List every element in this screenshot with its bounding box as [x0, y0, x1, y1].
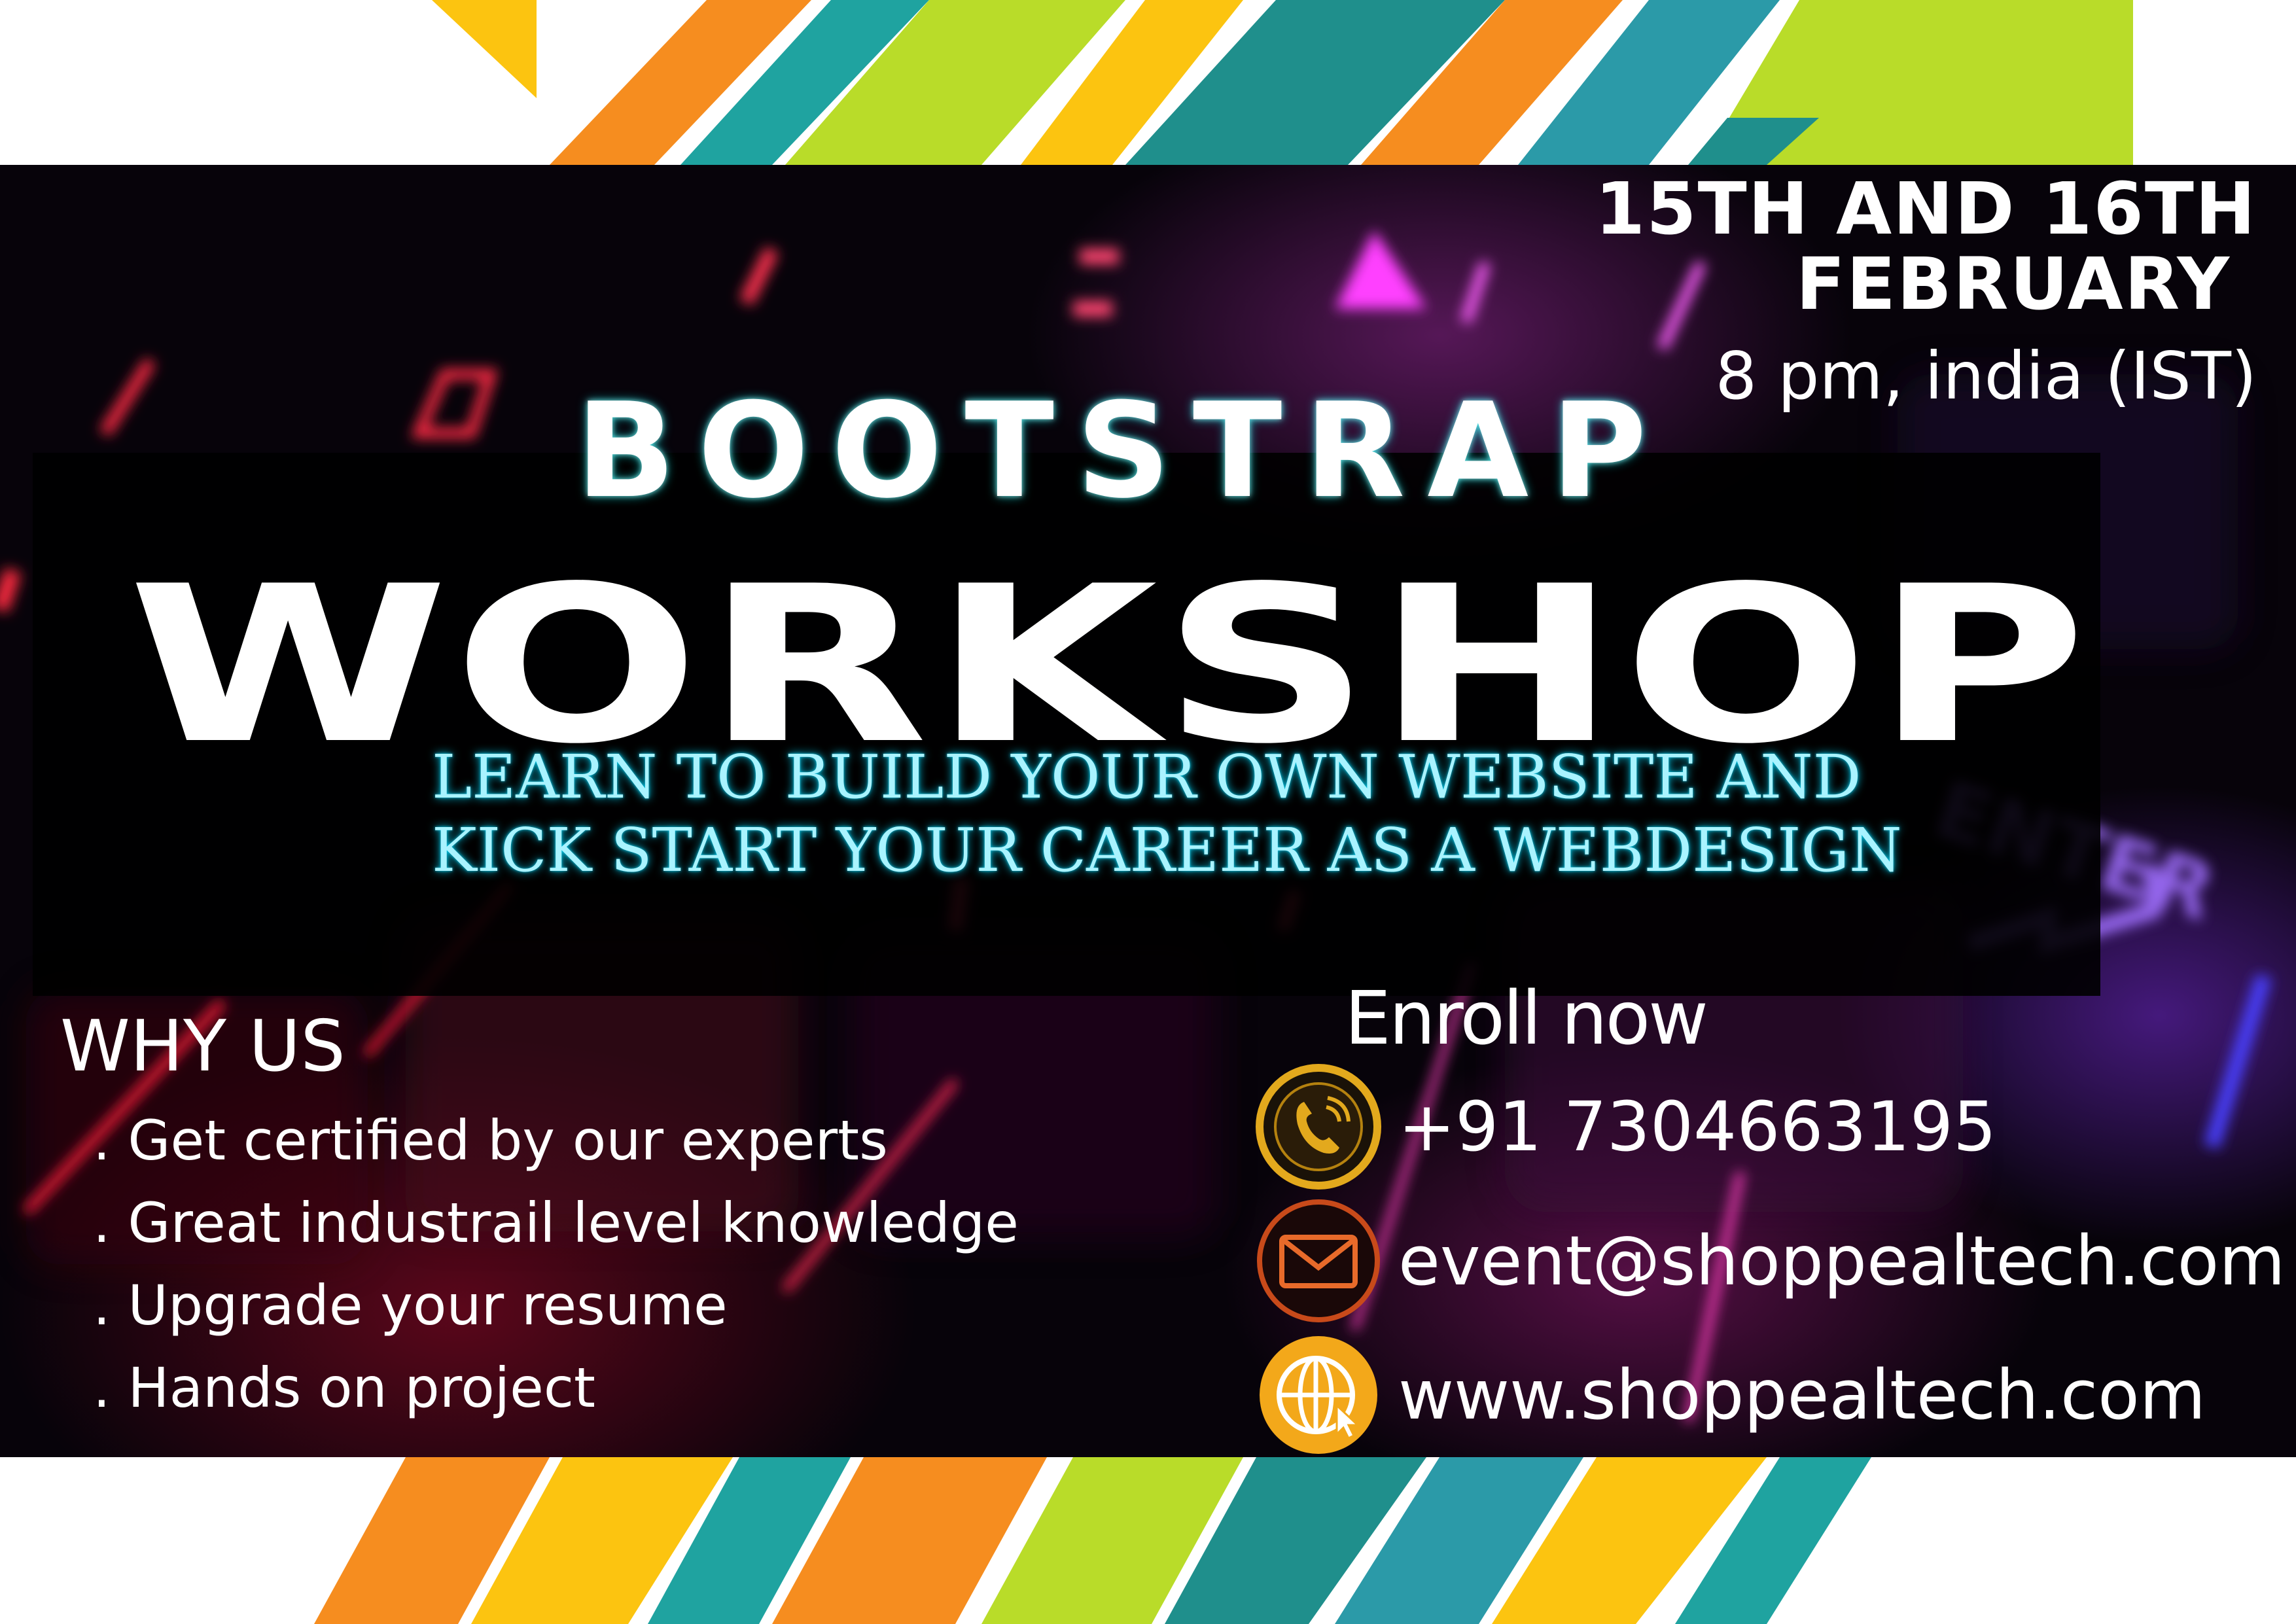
contact-email[interactable]: event@shoppealtech.com [1253, 1195, 2286, 1326]
phone-number: +91 7304663195 [1398, 1087, 1997, 1167]
why-us-section: WHY US . Get certified by our experts . … [60, 1006, 1019, 1429]
tagline-line2: KICK START YOUR CAREER AS A WEBDESIGN [432, 815, 1902, 885]
event-date: 15TH AND 16TH FEBRUARY 8 pm, india (IST) [1595, 171, 2257, 430]
tagline: LEARN TO BUILD YOUR OWN WEBSITE AND KICK… [432, 741, 1902, 887]
why-us-item: . Hands on project [93, 1356, 595, 1420]
why-us-title: WHY US [60, 1006, 345, 1087]
why-us-item: . Get certified by our experts [93, 1108, 888, 1173]
title-bootstrap: BOOTSTRAP [576, 375, 1669, 527]
mail-icon [1257, 1199, 1380, 1322]
website-url: www.shoppealtech.com [1398, 1355, 2206, 1435]
date-line2: FEBRUARY [1795, 242, 2231, 326]
phone-icon [1256, 1064, 1381, 1190]
why-us-item: . Great industrail level knowledge [93, 1191, 1019, 1255]
why-us-item: . Upgrade your resume [93, 1273, 728, 1337]
tagline-line1: LEARN TO BUILD YOUR OWN WEBSITE AND [432, 742, 1862, 812]
enroll-title: Enroll now [1345, 976, 1708, 1061]
globe-icon [1260, 1336, 1377, 1454]
event-time: 8 pm, india (IST) [1715, 338, 2257, 414]
poster-panel: ENTER BOOTSTRAP WORKSHOP LEARN TO BUILD … [0, 165, 2296, 1457]
email-address: event@shoppealtech.com [1398, 1221, 2286, 1301]
contact-phone[interactable]: +91 7304663195 [1253, 1061, 1996, 1192]
date-line1: 15TH AND 16TH [1595, 167, 2257, 251]
contact-website[interactable]: www.shoppealtech.com [1253, 1330, 2206, 1457]
